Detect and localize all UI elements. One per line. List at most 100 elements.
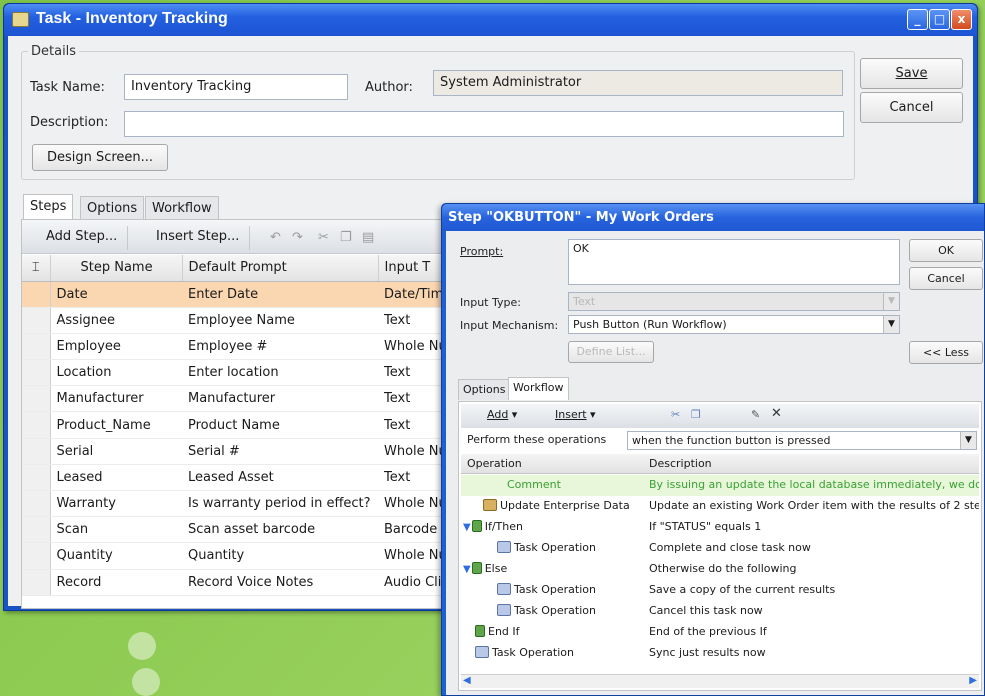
input-type-value: Text — [573, 295, 596, 308]
insert-label: Insert — [555, 408, 587, 421]
insert-step-button[interactable]: Insert Step... — [146, 226, 251, 250]
operation-row[interactable]: ▼ Else Otherwise do the following — [461, 559, 979, 580]
table-row[interactable]: Product_Name Product Name Text — [22, 411, 458, 439]
tab-options[interactable]: Options — [80, 196, 145, 220]
row-selector[interactable] — [22, 542, 51, 570]
table-row[interactable]: Record Record Voice Notes Audio Clip — [22, 569, 458, 596]
prompt-input[interactable]: OK — [568, 239, 900, 285]
column-description[interactable]: Description — [649, 457, 712, 470]
task-name-input[interactable]: Inventory Tracking — [124, 74, 348, 100]
add-label: Add — [487, 408, 509, 421]
save-button-label: Save — [895, 66, 928, 81]
end-if-icon — [475, 625, 485, 637]
row-selector[interactable] — [22, 281, 51, 308]
row-selector[interactable] — [22, 333, 51, 361]
table-row[interactable]: Serial Serial # Whole Nu — [22, 438, 458, 465]
insert-operation-button[interactable]: Insert ▾ — [555, 408, 596, 421]
delete-icon[interactable]: ✕ — [771, 406, 782, 421]
row-selector[interactable] — [22, 569, 51, 596]
table-row[interactable]: Date Enter Date Date/Time — [22, 281, 458, 308]
step-name-cell: Manufacturer — [50, 385, 182, 413]
chevron-down-icon: ▼ — [883, 316, 899, 333]
default-prompt-cell: Manufacturer — [182, 385, 378, 413]
workflow-toolbar: Add ▾ Insert ▾ ✂ ❐ ✎ ✕ — [461, 404, 979, 428]
task-app-icon — [12, 12, 29, 27]
design-screen-button[interactable]: Design Screen... — [32, 144, 168, 171]
table-row[interactable]: Assignee Employee Name Text — [22, 307, 458, 334]
properties-icon[interactable]: ✎ — [751, 408, 760, 421]
task-window-titlebar[interactable]: Task - Inventory Tracking _ □ x — [4, 4, 977, 36]
perform-select[interactable]: when the function button is pressed ▼ — [627, 431, 977, 450]
copy-icon[interactable]: ❐ — [340, 230, 352, 245]
default-prompt-cell: Employee # — [182, 333, 378, 361]
description-input[interactable] — [124, 111, 844, 137]
operation-row[interactable]: Update Enterprise Data Update an existin… — [461, 496, 979, 517]
row-selector[interactable] — [22, 516, 51, 544]
row-selector[interactable] — [22, 411, 51, 439]
dialog-ok-button[interactable]: OK — [909, 239, 983, 262]
step-name-cell: Warranty — [50, 490, 182, 518]
row-selector[interactable] — [22, 307, 51, 334]
scroll-right-icon[interactable]: ▶ — [969, 675, 977, 686]
input-mechanism-select[interactable]: Push Button (Run Workflow) ▼ — [568, 315, 900, 334]
operation-row[interactable]: Task Operation Save a copy of the curren… — [461, 580, 979, 601]
add-step-button[interactable]: Add Step... — [36, 226, 129, 250]
table-row[interactable]: Leased Leased Asset Text — [22, 464, 458, 492]
step-name-cell: Location — [50, 359, 182, 387]
expand-icon[interactable]: ▼ — [463, 564, 471, 575]
minimize-button[interactable]: _ — [907, 9, 928, 30]
row-selector[interactable] — [22, 438, 51, 465]
tab-steps[interactable]: Steps — [23, 194, 74, 220]
dialog-cancel-button[interactable]: Cancel — [909, 267, 983, 290]
default-prompt-cell: Leased Asset — [182, 464, 378, 492]
cut-icon[interactable]: ✂ — [318, 230, 329, 245]
dialog-tab-workflow[interactable]: Workflow — [508, 377, 569, 400]
row-selector[interactable] — [22, 464, 51, 492]
table-row[interactable]: Manufacturer Manufacturer Text — [22, 385, 458, 413]
operation-description: Otherwise do the following — [649, 562, 797, 575]
operation-row[interactable]: End If End of the previous If — [461, 622, 979, 643]
table-row[interactable]: Location Enter location Text — [22, 359, 458, 387]
add-operation-button[interactable]: Add ▾ — [487, 408, 517, 421]
save-button[interactable]: Save — [860, 58, 963, 89]
scroll-left-icon[interactable]: ◀ — [463, 675, 471, 686]
paste-icon[interactable]: ▤ — [362, 230, 374, 245]
close-button[interactable]: x — [951, 9, 972, 30]
operation-row[interactable]: Task Operation Complete and close task n… — [461, 538, 979, 559]
dialog-tab-options[interactable]: Options — [458, 379, 511, 400]
operation-name: Comment — [507, 478, 561, 491]
cut-icon[interactable]: ✂ — [671, 408, 680, 421]
tab-workflow[interactable]: Workflow — [145, 196, 219, 220]
table-row[interactable]: Quantity Quantity Whole Nu — [22, 542, 458, 570]
steps-table: ⌶ Step Name Default Prompt Input T Date E… — [22, 255, 459, 596]
background-circle — [132, 668, 160, 696]
column-default-prompt[interactable]: Default Prompt — [182, 255, 379, 282]
maximize-button[interactable]: □ — [929, 9, 950, 30]
table-row[interactable]: Warranty Is warranty period in effect? Who… — [22, 490, 458, 518]
undo-icon[interactable]: ↶ — [270, 230, 281, 245]
column-step-name[interactable]: Step Name — [50, 255, 183, 282]
table-row[interactable]: Employee Employee # Whole Nu — [22, 333, 458, 361]
step-name-cell: Product_Name — [50, 411, 182, 439]
less-button[interactable]: << Less — [909, 341, 983, 364]
expand-icon[interactable]: ▼ — [463, 522, 471, 533]
copy-icon[interactable]: ❐ — [691, 408, 701, 421]
cancel-button[interactable]: Cancel — [860, 92, 963, 123]
perform-label: Perform these operations — [467, 433, 607, 446]
row-selector[interactable] — [22, 385, 51, 413]
operation-description: Sync just results now — [649, 646, 766, 659]
operation-row[interactable]: Task Operation Sync just results now — [461, 643, 979, 664]
operation-description: If "STATUS" equals 1 — [649, 520, 762, 533]
table-row[interactable]: Scan Scan asset barcode Barcode S — [22, 516, 458, 544]
task-operation-icon — [497, 583, 511, 595]
operation-row[interactable]: Comment By issuing an update the local d… — [461, 475, 979, 496]
row-selector[interactable] — [22, 490, 51, 518]
operation-row[interactable]: Task Operation Cancel this task now — [461, 601, 979, 622]
row-selector[interactable] — [22, 359, 51, 387]
horizontal-scrollbar[interactable]: ◀ ▶ — [461, 674, 979, 688]
step-dialog-titlebar[interactable]: Step "OKBUTTON" - My Work Orders — [442, 204, 984, 231]
column-operation[interactable]: Operation — [467, 457, 522, 470]
operation-name: Task Operation — [492, 646, 574, 659]
redo-icon[interactable]: ↷ — [292, 230, 303, 245]
operation-row[interactable]: ▼ If/Then If "STATUS" equals 1 — [461, 517, 979, 538]
